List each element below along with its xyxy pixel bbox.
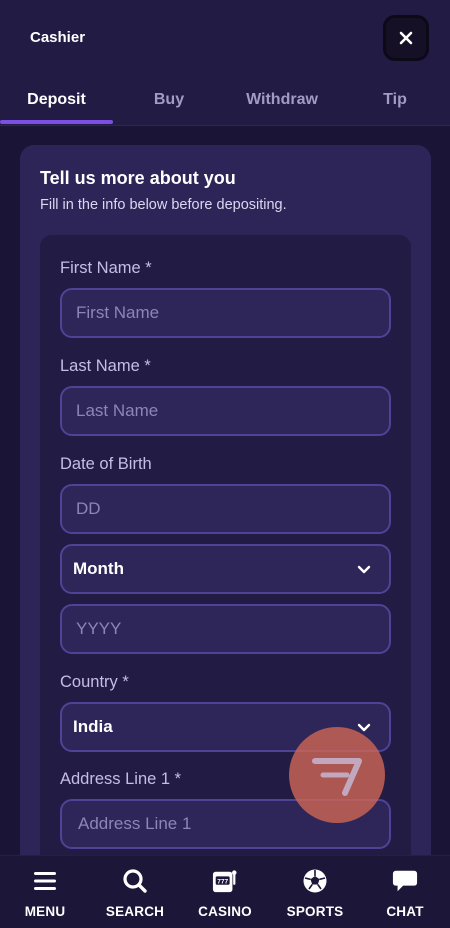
chevron-down-icon	[357, 565, 371, 573]
address1-label: Address Line 1 *	[60, 770, 182, 788]
tab-tip[interactable]: Tip	[370, 91, 420, 109]
country-value: India	[73, 717, 113, 736]
tab-withdraw[interactable]: Withdraw	[232, 91, 332, 109]
dob-year-input[interactable]: YYYY	[60, 604, 391, 654]
nav-sports[interactable]: SPORTS	[270, 856, 360, 928]
close-button[interactable]	[383, 15, 429, 61]
nav-sports-label: SPORTS	[286, 904, 344, 919]
nav-chat[interactable]: CHAT	[360, 856, 450, 928]
last-name-input[interactable]: Last Name	[60, 386, 391, 436]
bottom-nav: MENU SEARCH 777 CASINO SPORTS CHAT	[0, 855, 450, 928]
active-tab-indicator	[0, 120, 113, 124]
form-title: Tell us more about you	[40, 168, 236, 188]
svg-text:777: 777	[217, 878, 228, 885]
seven-logo-icon	[312, 758, 362, 796]
tab-buy[interactable]: Buy	[124, 91, 214, 109]
tab-deposit[interactable]: Deposit	[0, 91, 113, 109]
country-label: Country *	[60, 673, 129, 691]
chat-bubble-icon	[392, 868, 418, 894]
nav-casino-label: CASINO	[198, 904, 252, 919]
last-name-label: Last Name *	[60, 357, 151, 375]
nav-casino[interactable]: 777 CASINO	[180, 856, 270, 928]
soccer-ball-icon	[302, 868, 328, 894]
brand-watermark-logo	[289, 727, 385, 823]
nav-chat-label: CHAT	[386, 904, 424, 919]
form-subtitle: Fill in the info below before depositing…	[40, 197, 287, 213]
slot-machine-icon: 777	[212, 868, 238, 894]
dob-day-input[interactable]: DD	[60, 484, 391, 534]
close-icon	[399, 31, 413, 45]
menu-icon	[32, 868, 58, 894]
dob-month-select[interactable]: Month	[60, 544, 391, 594]
nav-search[interactable]: SEARCH	[90, 856, 180, 928]
first-name-label: First Name *	[60, 259, 152, 277]
search-icon	[122, 868, 148, 894]
nav-menu[interactable]: MENU	[0, 856, 90, 928]
page-title: Cashier	[30, 29, 86, 46]
chevron-down-icon	[357, 723, 371, 731]
dob-month-value: Month	[73, 559, 124, 578]
dob-label: Date of Birth	[60, 455, 152, 473]
first-name-input[interactable]: First Name	[60, 288, 391, 338]
nav-menu-label: MENU	[24, 904, 66, 919]
nav-search-label: SEARCH	[105, 904, 165, 919]
